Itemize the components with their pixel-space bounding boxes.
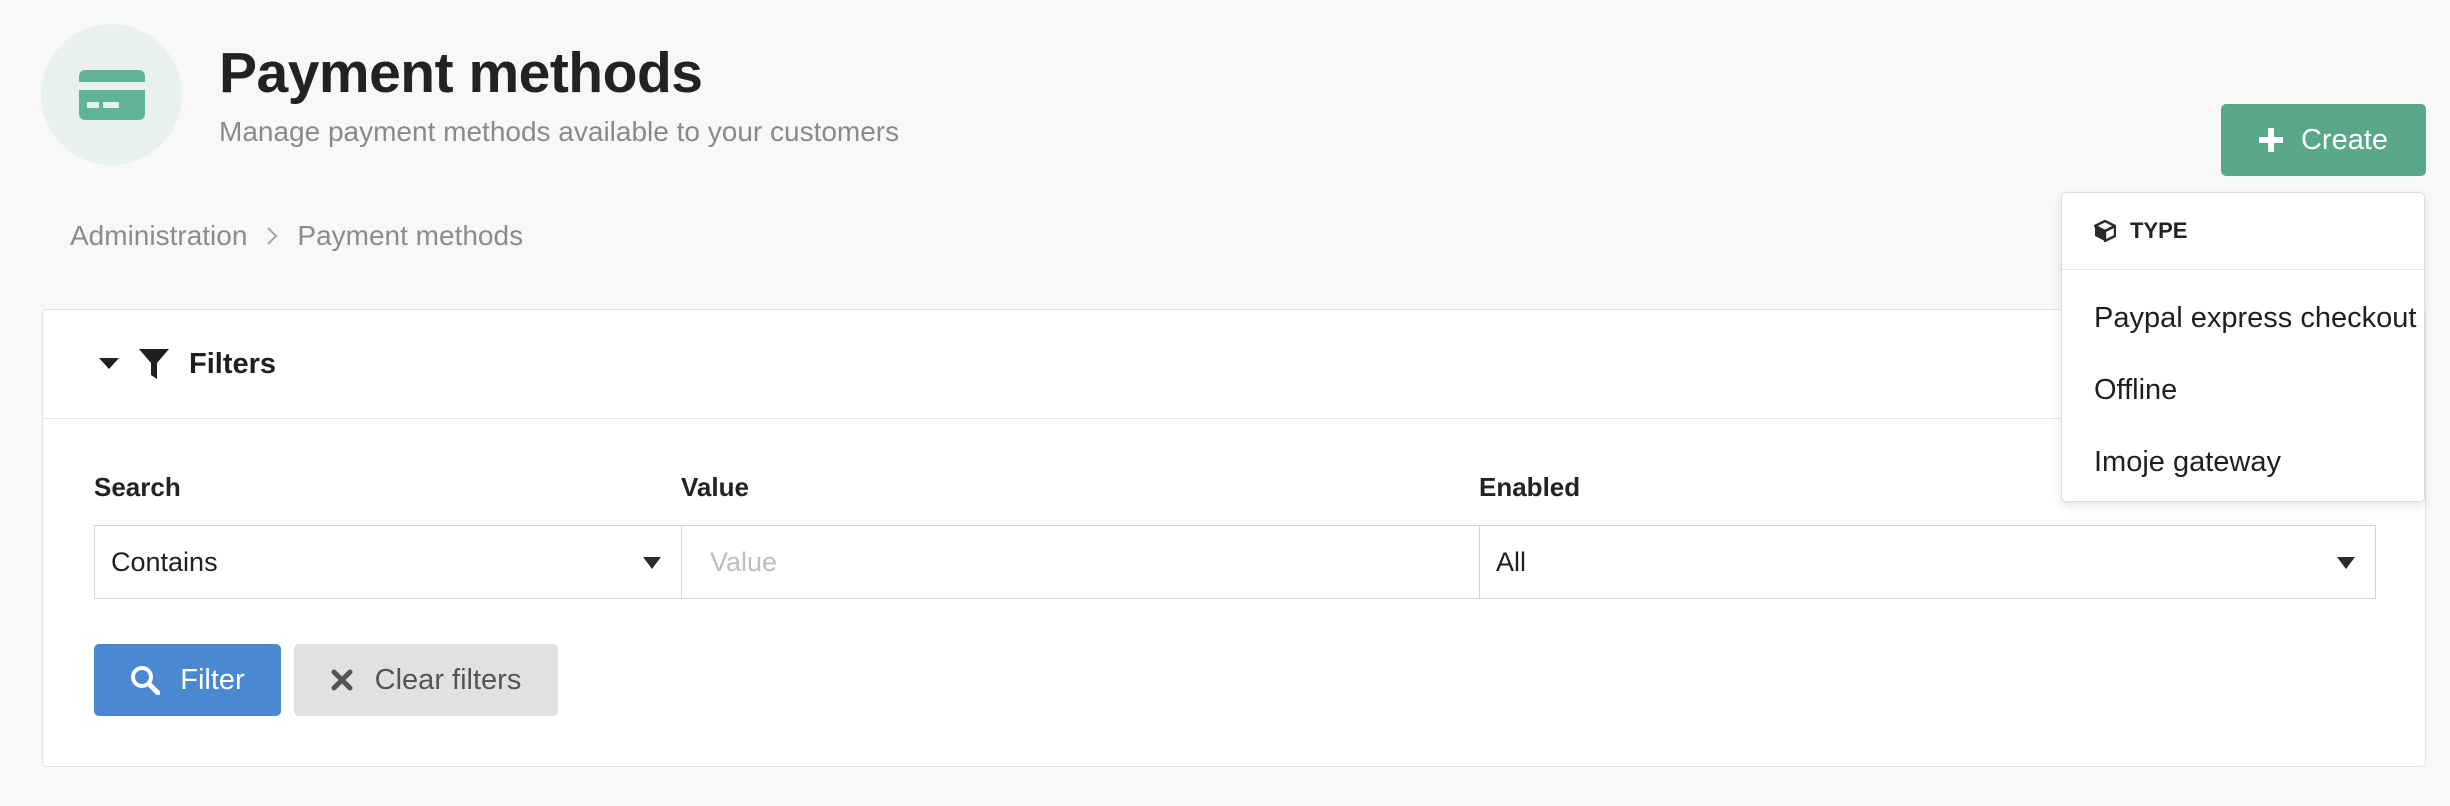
menu-item-paypal-express-checkout[interactable]: Paypal express checkout (2062, 282, 2424, 354)
create-button[interactable]: Create (2221, 104, 2426, 176)
value-input[interactable] (681, 525, 1481, 599)
menu-header-label: TYPE (2130, 218, 2188, 243)
search-type-select[interactable]: Contains (94, 525, 682, 599)
menu-header: TYPE (2062, 193, 2424, 270)
page-title: Payment methods (219, 41, 703, 105)
enabled-select[interactable]: All (1479, 525, 2376, 599)
breadcrumb-item-payment-methods: Payment methods (297, 220, 524, 251)
clear-filters-label: Clear filters (374, 663, 522, 696)
close-icon (331, 669, 353, 691)
payment-methods-page: Payment methods Manage payment methods a… (0, 0, 2450, 806)
chevron-right-icon (267, 227, 278, 245)
caret-down-icon (99, 358, 119, 369)
filter-button-label: Filter (180, 663, 245, 696)
filter-button[interactable]: Filter (94, 644, 281, 716)
plus-icon (2258, 128, 2283, 152)
enabled-select-value: All (1496, 546, 1527, 577)
breadcrumb: Administration Payment methods (70, 216, 523, 256)
filter-icon (139, 349, 169, 379)
search-icon (131, 666, 161, 695)
search-type-value: Contains (111, 546, 218, 577)
enabled-label: Enabled (1479, 472, 1581, 502)
menu-item-imoje-gateway[interactable]: Imoje gateway (2062, 426, 2424, 498)
breadcrumb-item-administration[interactable]: Administration (70, 216, 247, 256)
filters-title: Filters (189, 347, 277, 380)
menu-list: Paypal express checkout Offline Imoje ga… (2062, 270, 2424, 498)
menu-item-offline[interactable]: Offline (2062, 354, 2424, 426)
select-caret-icon (2337, 557, 2355, 569)
create-type-menu: TYPE Paypal express checkout Offline Imo… (2061, 192, 2425, 502)
value-label: Value (681, 472, 749, 502)
select-caret-icon (643, 557, 661, 569)
header-icon-circle (41, 24, 182, 165)
cube-icon (2094, 220, 2116, 242)
clear-filters-button[interactable]: Clear filters (294, 644, 558, 716)
credit-card-icon (78, 69, 145, 120)
create-button-label: Create (2300, 123, 2389, 156)
page-subtitle: Manage payment methods available to your… (219, 116, 900, 147)
search-label: Search (94, 472, 181, 502)
